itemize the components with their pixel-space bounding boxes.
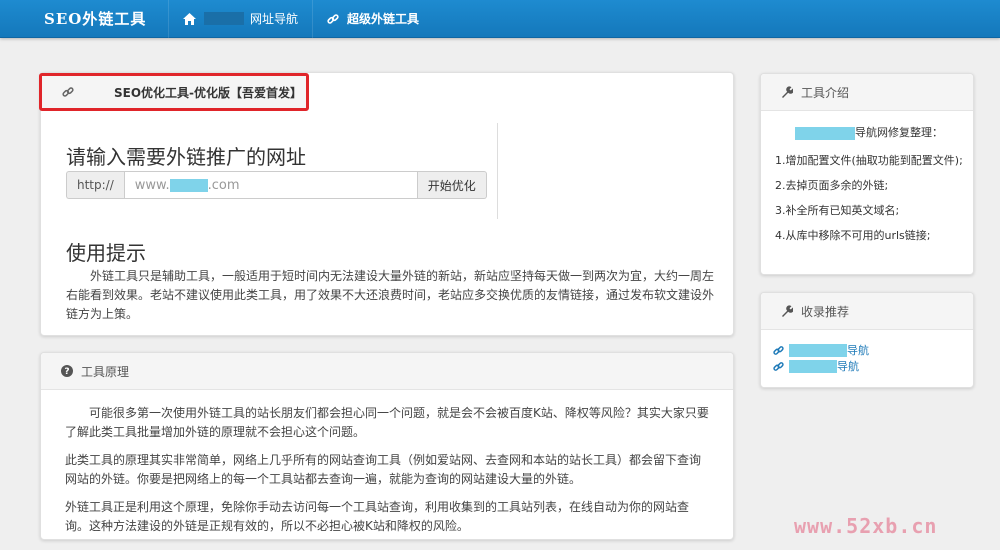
url-input-heading: 请输入需要外链推广的网址	[66, 145, 306, 169]
wrench-icon	[781, 305, 793, 317]
link-icon	[773, 345, 784, 356]
url-value-start: www.	[134, 177, 170, 193]
url-prefix-addon: http://	[66, 171, 124, 199]
principle-body: 可能很多第一次使用外链工具的站长朋友们都会担心同一个问题，就是会不会被百度K站、…	[41, 390, 733, 536]
usage-tips-heading: 使用提示	[66, 241, 146, 265]
recommend-panel: 收录推荐 导航 导航	[760, 292, 974, 388]
brand-logo[interactable]: SEO外链工具	[0, 8, 168, 29]
intro-item: 4.从库中移除不可用的urls链接;	[775, 229, 931, 242]
url-input[interactable]: www. .com	[123, 171, 418, 199]
url-value-end: .com	[207, 177, 240, 193]
intro-item: 3.补全所有已知英文域名;	[775, 204, 900, 217]
wrench-icon	[781, 86, 793, 98]
principle-paragraph: 此类工具的原理其实非常简单，网络上几乎所有的网站查询工具（例如爱站网、去查网和本…	[65, 453, 702, 486]
nav-item-site-navigation[interactable]: 网址导航	[168, 0, 312, 38]
principle-panel-title: 工具原理	[81, 364, 130, 379]
recommend-link-label: 导航	[837, 360, 859, 373]
recommend-link[interactable]: 导航	[773, 358, 961, 374]
start-optimize-button[interactable]: 开始优化	[417, 171, 487, 199]
nav-item-super-link-tool[interactable]: 超级外链工具	[312, 0, 433, 38]
intro-panel-header: 工具介绍	[761, 74, 973, 111]
main-panel-header: SEO优化工具-优化版【吾爱首发】	[39, 73, 309, 111]
intro-title-suffix: 导航网修复整理：	[855, 126, 943, 139]
nav-item-label: 网址导航	[250, 12, 299, 26]
main-panel-title: SEO优化工具-优化版【吾爱首发】	[114, 85, 303, 100]
recommend-body: 导航 导航	[761, 330, 973, 374]
tool-intro-panel: 工具介绍 导航网修复整理： 1.增加配置文件(抽取功能到配置文件); 2.去掉页…	[760, 73, 974, 275]
watermark-text: www.52xb.cn	[794, 514, 938, 538]
intro-panel-title: 工具介绍	[801, 85, 850, 100]
recommend-panel-title: 收录推荐	[801, 304, 850, 319]
intro-item: 2.去掉页面多余的外链;	[775, 179, 889, 192]
url-input-group: http:// www. .com 开始优化	[66, 171, 487, 199]
home-icon	[183, 12, 196, 25]
redacted-text	[789, 343, 847, 357]
principle-paragraph: 外链工具正是利用这个原理，免除你手动去访问每一个工具站查询，利用收集到的工具站列…	[65, 500, 690, 533]
intro-item: 1.增加配置文件(抽取功能到配置文件);	[775, 154, 963, 167]
redacted-text	[169, 178, 208, 192]
recommend-link-label: 导航	[847, 344, 869, 357]
intro-body: 导航网修复整理： 1.增加配置文件(抽取功能到配置文件); 2.去掉页面多余的外…	[761, 111, 973, 244]
recommend-link[interactable]: 导航	[773, 342, 961, 358]
principle-panel-header: ? 工具原理	[41, 353, 733, 390]
link-icon	[327, 13, 339, 25]
principle-paragraph: 可能很多第一次使用外链工具的站长朋友们都会担心同一个问题，就是会不会被百度K站、…	[65, 406, 709, 439]
question-circle-icon: ?	[61, 365, 73, 377]
tool-principle-panel: ? 工具原理 可能很多第一次使用外链工具的站长朋友们都会担心同一个问题，就是会不…	[40, 352, 734, 540]
recommend-panel-header: 收录推荐	[761, 293, 973, 330]
link-icon	[773, 361, 784, 372]
usage-tips-text: 外链工具只是辅助工具，一般适用于短时间内无法建设大量外链的新站，新站应坚持每天做…	[66, 269, 715, 321]
intro-title: 导航网修复整理：	[775, 125, 963, 141]
svg-text:?: ?	[64, 367, 69, 377]
redacted-text	[789, 359, 837, 373]
nav-item-label: 超级外链工具	[347, 12, 420, 26]
top-navbar: SEO外链工具 网址导航 超级外链工具	[0, 0, 1000, 38]
vertical-divider	[497, 123, 498, 219]
link-icon	[62, 86, 74, 98]
redacted-text	[204, 12, 244, 25]
redacted-text	[795, 126, 855, 140]
main-tool-panel: SEO优化工具-优化版【吾爱首发】 请输入需要外链推广的网址 http:// w…	[39, 72, 734, 336]
